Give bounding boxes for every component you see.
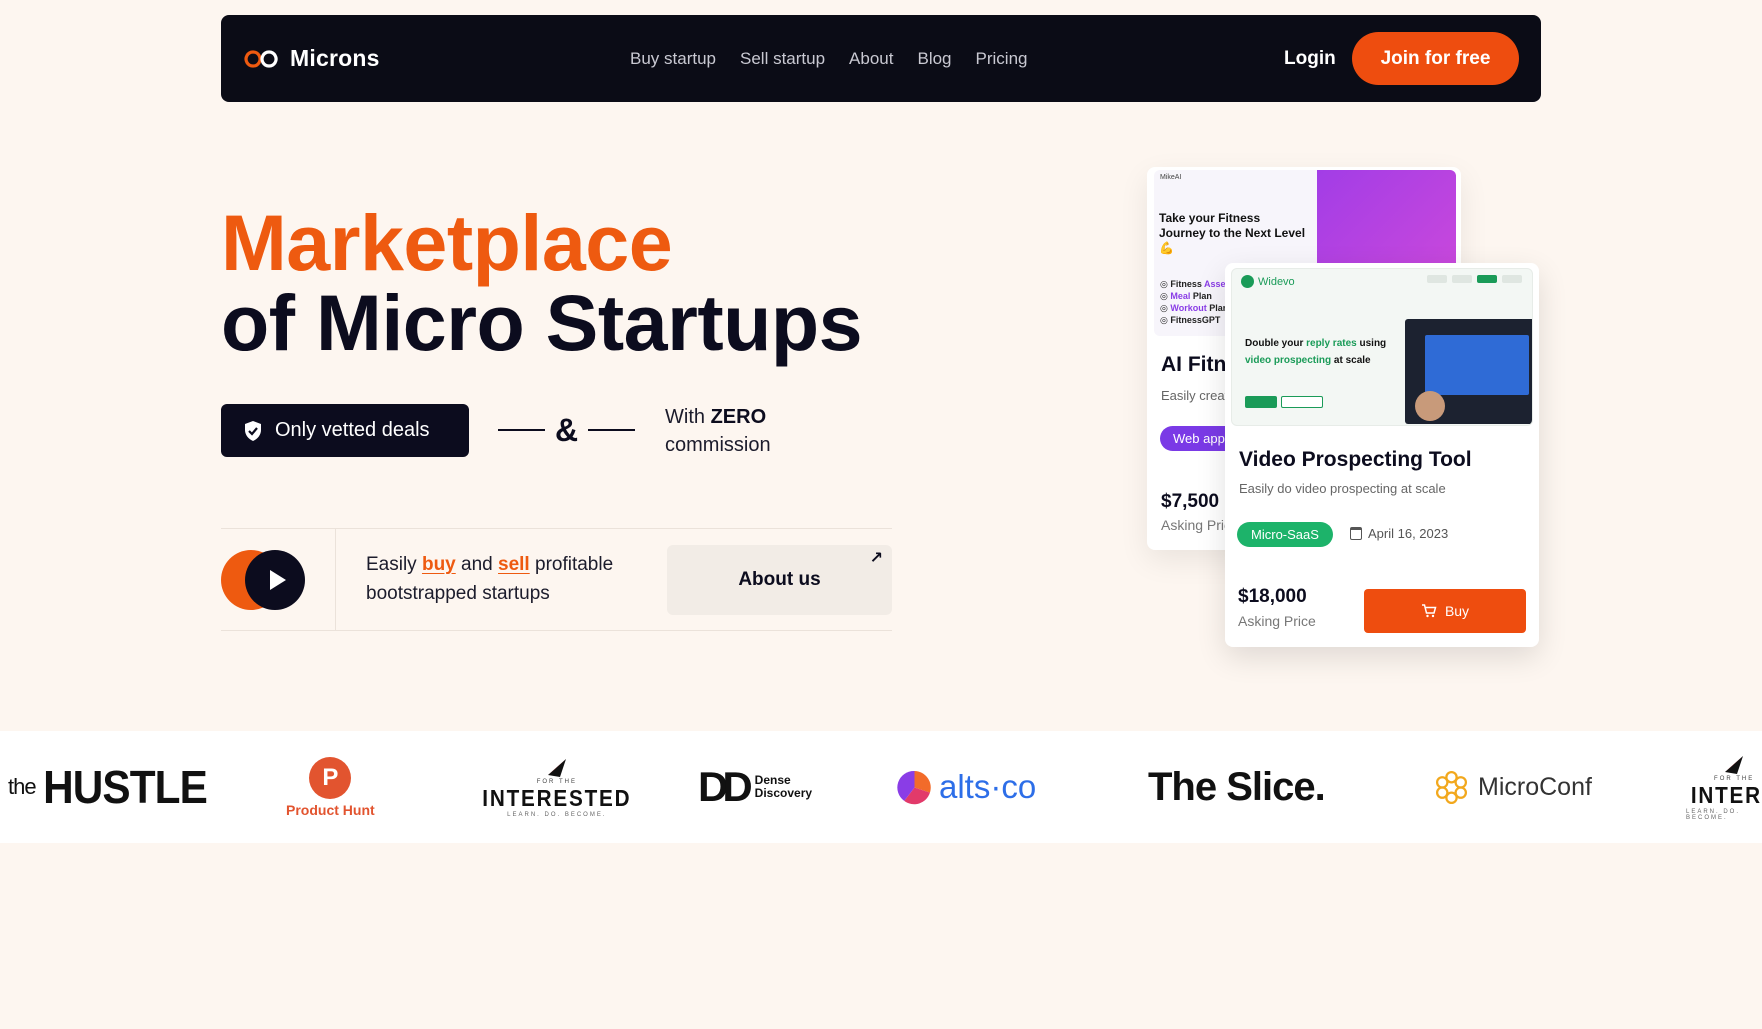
nav-links: Buy startup Sell startup About Blog Pric…: [630, 15, 1027, 102]
screenshot-buttons: [1245, 396, 1323, 408]
logo-for-the-interested: FOR THE INTERESTED LEARN. DO. BECOME.: [474, 731, 640, 843]
nav-link-blog[interactable]: Blog: [917, 49, 951, 69]
ampersand-divider: &: [498, 405, 636, 455]
avatar: [1415, 391, 1445, 421]
buy-sell-tagline: Easily buy and sell profitable bootstrap…: [366, 550, 646, 608]
about-us-label: About us: [738, 569, 821, 590]
listing-category-badge: Micro-SaaS: [1237, 522, 1333, 547]
strip-divider: [335, 529, 336, 630]
alts-pie-icon: [897, 770, 931, 804]
video-screen: [1425, 335, 1529, 395]
listing-title: Video Prospecting Tool: [1239, 448, 1472, 471]
buy-label: Buy: [1444, 603, 1470, 619]
nav-link-sell-startup[interactable]: Sell startup: [740, 49, 825, 69]
listing-screenshot: Widevo Double your reply rates using vid…: [1231, 268, 1533, 426]
screenshot-video-preview: [1405, 319, 1532, 424]
screenshot-nav: [1427, 275, 1522, 283]
vetted-deals-label: Only vetted deals: [275, 419, 430, 441]
listing-subtitle: Easily creat: [1161, 388, 1229, 403]
about-us-button[interactable]: About us ↗: [667, 545, 892, 615]
shield-check-icon: [245, 420, 261, 441]
hero-title-line1: Marketplace: [221, 198, 673, 287]
listing-card-video-prospecting[interactable]: Widevo Double your reply rates using vid…: [1225, 263, 1539, 647]
arrow-up-right-icon: ↗: [869, 550, 883, 567]
cart-icon: [1421, 604, 1437, 618]
top-navbar: Microns Buy startup Sell startup About B…: [221, 15, 1541, 102]
screenshot-logo: MikeAI: [1160, 174, 1182, 181]
listing-date: April 16, 2023: [1350, 526, 1448, 541]
infinity-logo-icon: [244, 49, 278, 68]
divider-line-left: [498, 429, 545, 431]
login-link[interactable]: Login: [1284, 15, 1336, 102]
logo-dense-discovery: DD Dense Discovery: [698, 763, 813, 810]
tagline-buy: buy: [421, 554, 456, 575]
hero-title: Marketplace of Micro Startups: [221, 198, 863, 367]
widevo-logo-icon: [1241, 275, 1254, 288]
zero-bold: ZERO: [710, 406, 767, 428]
zero-prefix: With: [665, 406, 711, 428]
listing-date-text: April 16, 2023: [1368, 526, 1449, 541]
listing-subtitle: Easily do video prospecting at scale: [1239, 481, 1446, 496]
divider-line-right: [588, 429, 636, 431]
tagline-part2: and: [455, 554, 499, 575]
nav-link-buy-startup[interactable]: Buy startup: [630, 49, 716, 69]
nav-link-about[interactable]: About: [849, 49, 893, 69]
listing-title: AI Fitn: [1161, 353, 1227, 376]
tagline-part1: Easily: [366, 554, 422, 575]
logo-alts-co: alts·co: [896, 731, 1036, 843]
calendar-icon: [1350, 527, 1362, 540]
play-video-button[interactable]: [245, 550, 305, 610]
tagline-sell: sell: [498, 554, 530, 575]
hero-title-line2: of Micro Startups: [221, 278, 863, 367]
logo-for-the-interested-repeat: FOR THE INTERE LEARN. DO. BECOME.: [1686, 731, 1762, 843]
zero-commission-text: With ZERO commission: [665, 403, 771, 459]
listing-asking-label: Asking Pric: [1161, 517, 1232, 533]
intro-strip: Easily buy and sell profitable bootstrap…: [221, 528, 892, 631]
listing-asking-label: Asking Price: [1238, 613, 1316, 629]
logo-product-hunt: P Product Hunt: [286, 731, 375, 843]
play-icon: [269, 570, 286, 590]
brand-name: Microns: [290, 45, 380, 71]
join-for-free-button[interactable]: Join for free: [1352, 32, 1519, 85]
zero-suffix: commission: [665, 434, 771, 456]
buy-button[interactable]: Buy: [1364, 589, 1526, 633]
product-hunt-icon: P: [309, 756, 352, 799]
screenshot-headline: Take your Fitness Journey to the Next Le…: [1159, 211, 1306, 255]
vetted-deals-badge: Only vetted deals: [221, 404, 469, 457]
ampersand-symbol: &: [555, 411, 579, 448]
screenshot-headline: Double your reply rates using video pros…: [1245, 338, 1387, 366]
brand-logo-link[interactable]: Microns: [243, 15, 380, 102]
logo-the-slice: The Slice.: [1148, 764, 1326, 809]
screenshot-logo: Widevo: [1241, 275, 1295, 288]
paper-plane-icon: [1725, 755, 1744, 774]
paper-plane-icon: [547, 758, 566, 777]
logo-microconf: MicroConf: [1433, 731, 1592, 843]
logo-the-hustle: the HUSTLE: [8, 761, 207, 813]
nav-link-pricing[interactable]: Pricing: [976, 49, 1028, 69]
listing-price: $18,000: [1238, 586, 1307, 607]
listing-price: $7,500: [1161, 491, 1220, 512]
press-logo-strip: the HUSTLE P Product Hunt FOR THE INTERES…: [0, 731, 1762, 843]
microconf-flower-icon: [1435, 770, 1468, 804]
